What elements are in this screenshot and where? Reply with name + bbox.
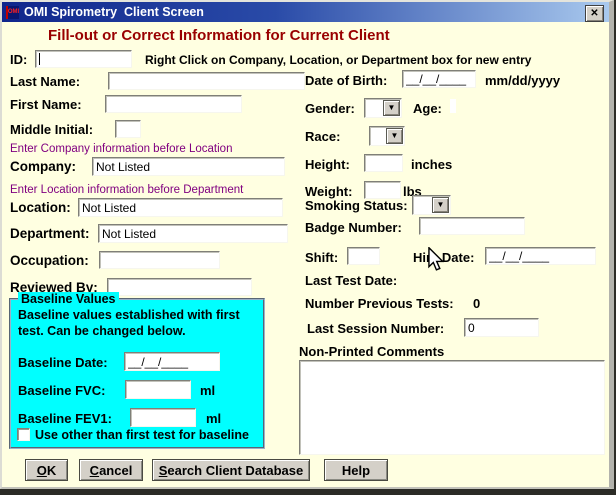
weight-label: Weight: — [305, 184, 352, 199]
previous-tests-label: Number Previous Tests: — [305, 296, 454, 311]
text-caret — [39, 53, 40, 65]
baseline-values-group: Baseline Values Baseline values establis… — [9, 298, 265, 449]
dob-format-label: mm/dd/yyyy — [485, 73, 560, 88]
middle-initial-input[interactable] — [115, 120, 141, 138]
use-other-baseline-label: Use other than first test for baseline — [35, 428, 249, 442]
close-icon[interactable]: ✕ — [585, 5, 604, 22]
help-button[interactable]: Help — [324, 459, 388, 481]
occupation-label: Occupation: — [10, 253, 89, 268]
cancel-button-label: C — [90, 463, 99, 478]
height-input[interactable] — [364, 154, 403, 172]
last-session-label: Last Session Number: — [307, 321, 444, 336]
first-name-input[interactable] — [105, 95, 242, 113]
baseline-fvc-input[interactable] — [125, 380, 191, 399]
shift-label: Shift: — [305, 250, 338, 265]
hire-date-input[interactable] — [485, 247, 596, 265]
occupation-input[interactable] — [99, 251, 220, 269]
dropdown-arrow-icon[interactable]: ▼ — [386, 128, 403, 144]
department-label: Department: — [10, 226, 90, 241]
baseline-date-input[interactable] — [124, 352, 220, 371]
id-input[interactable] — [35, 50, 132, 68]
reviewed-by-input[interactable] — [107, 278, 252, 296]
last-test-date-label: Last Test Date: — [305, 273, 397, 288]
search-button-label: S — [159, 463, 168, 478]
location-label: Location: — [10, 200, 71, 215]
page-title: Fill-out or Correct Information for Curr… — [48, 27, 390, 44]
title-bar: OMI OMI Spirometry Client Screen ✕ — [2, 2, 609, 22]
baseline-fvc-label: Baseline FVC: — [18, 383, 105, 398]
baseline-group-legend: Baseline Values — [18, 292, 119, 306]
baseline-date-label: Baseline Date: — [18, 355, 108, 370]
gender-select[interactable]: ▼ — [364, 98, 402, 118]
previous-tests-value: 0 — [473, 296, 480, 311]
department-input[interactable] — [98, 224, 288, 243]
location-note: Enter Location information before Depart… — [10, 184, 243, 196]
baseline-note-line2: test. Can be changed below. — [18, 324, 186, 338]
height-unit: inches — [411, 157, 452, 172]
dob-input[interactable] — [402, 70, 476, 88]
location-input[interactable] — [78, 198, 283, 217]
weight-input[interactable] — [364, 181, 401, 199]
race-select[interactable]: ▼ — [369, 126, 405, 146]
smoking-status-label: Smoking Status: — [305, 198, 408, 213]
dropdown-arrow-icon[interactable]: ▼ — [383, 100, 400, 116]
gender-label: Gender: — [305, 101, 355, 116]
app-icon: OMI — [6, 6, 19, 19]
shift-input[interactable] — [347, 247, 380, 265]
age-value-box — [450, 99, 456, 113]
ok-button[interactable]: OK — [25, 459, 68, 481]
smoking-status-select[interactable]: ▼ — [412, 195, 451, 215]
dob-label: Date of Birth: — [305, 73, 387, 88]
use-other-baseline-checkbox[interactable] — [17, 428, 30, 441]
height-label: Height: — [305, 157, 350, 172]
middle-initial-label: Middle Initial: — [10, 122, 93, 137]
race-label: Race: — [305, 129, 340, 144]
age-label: Age: — [413, 101, 442, 116]
first-name-label: First Name: — [10, 97, 82, 112]
baseline-fev1-label: Baseline FEV1: — [18, 411, 112, 426]
comments-textarea[interactable] — [299, 360, 605, 455]
last-name-label: Last Name: — [10, 74, 80, 89]
baseline-fev1-unit: ml — [206, 411, 221, 426]
badge-number-label: Badge Number: — [305, 220, 402, 235]
window-title: OMI Spirometry Client Screen — [24, 5, 204, 19]
cancel-button[interactable]: Cancel — [79, 459, 143, 481]
company-input[interactable] — [92, 157, 285, 176]
id-label: ID: — [10, 52, 27, 67]
baseline-fvc-unit: ml — [200, 383, 215, 398]
dropdown-arrow-icon[interactable]: ▼ — [432, 197, 449, 213]
baseline-fev1-input[interactable] — [130, 408, 196, 427]
hire-date-label: Hire Date: — [413, 250, 474, 265]
client-screen-dialog: OMI OMI Spirometry Client Screen ✕ Fill-… — [0, 0, 614, 489]
company-label: Company: — [10, 159, 76, 174]
ok-button-label: O — [37, 463, 47, 478]
search-client-database-button[interactable]: Search Client Database — [152, 459, 310, 481]
baseline-note-line1: Baseline values established with first — [18, 308, 240, 322]
last-session-input[interactable] — [464, 318, 539, 337]
last-name-input[interactable] — [108, 72, 305, 90]
comments-label: Non-Printed Comments — [299, 344, 444, 359]
right-click-hint: Right Click on Company, Location, or Dep… — [145, 53, 531, 67]
badge-number-input[interactable] — [419, 217, 525, 235]
company-note: Enter Company information before Locatio… — [10, 143, 232, 155]
